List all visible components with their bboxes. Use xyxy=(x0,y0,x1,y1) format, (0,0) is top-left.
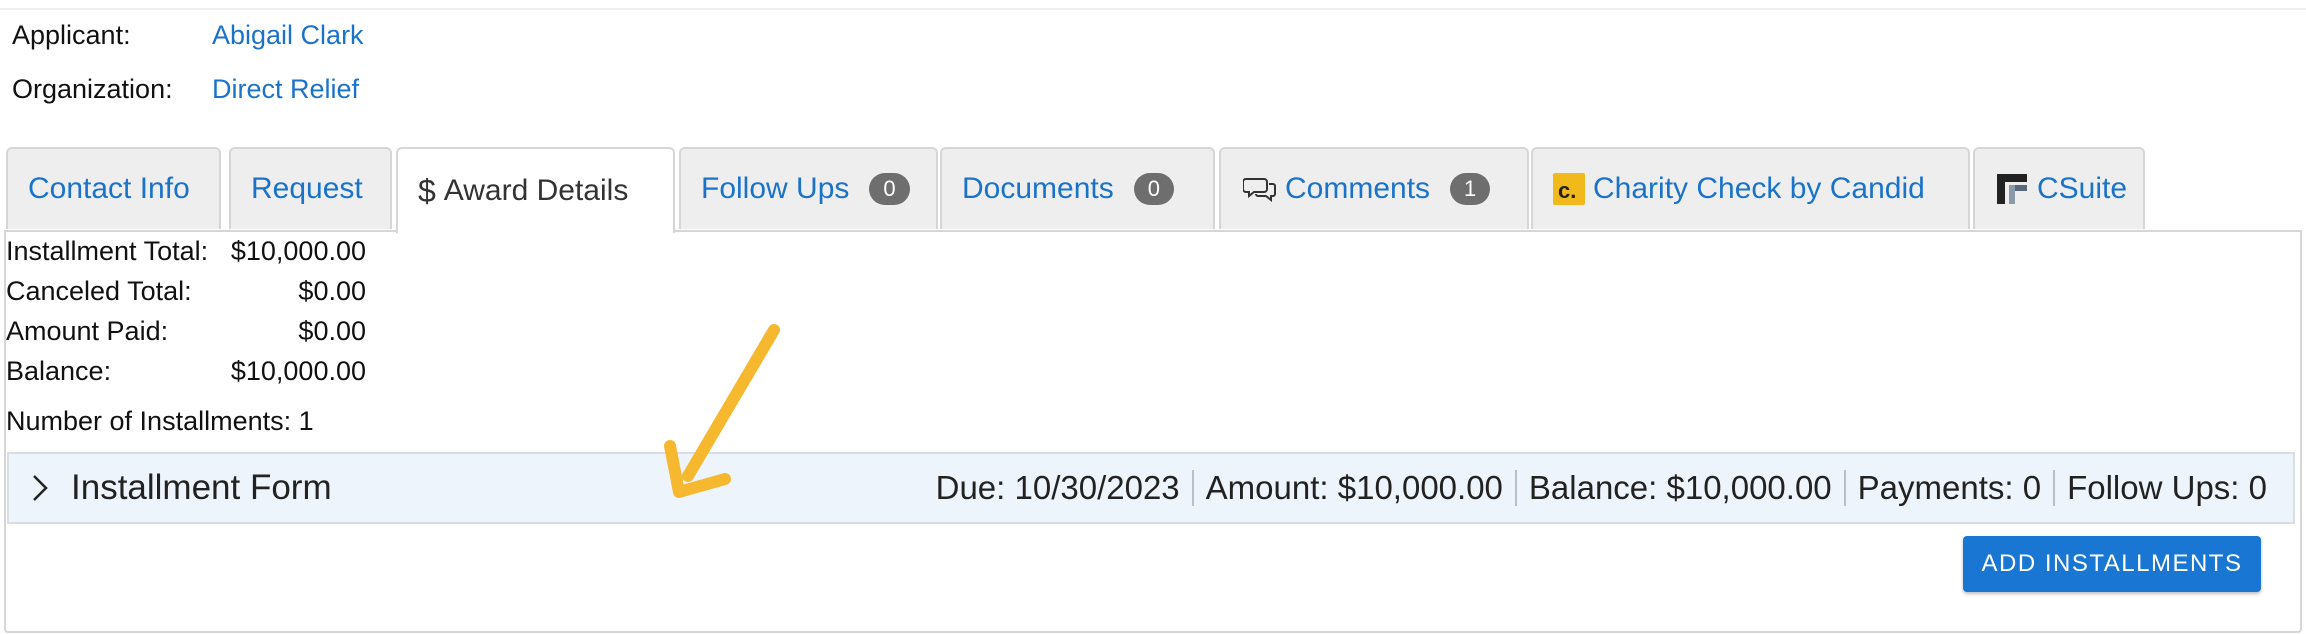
count-badge: 0 xyxy=(869,173,910,205)
count-badge: 1 xyxy=(1450,173,1491,205)
summary-installment-total: Installment Total: $10,000.00 xyxy=(6,236,366,267)
installment-title: Installment Form xyxy=(71,468,332,507)
tab-label: Charity Check by Candid xyxy=(1593,172,1925,205)
divider xyxy=(1514,470,1517,506)
applicant-label: Applicant: xyxy=(12,20,131,50)
tab-label: Request xyxy=(251,172,363,205)
tab-label: Comments xyxy=(1285,172,1431,205)
tab-label: Follow Ups xyxy=(701,172,850,205)
tab-label: Contact Info xyxy=(28,172,190,205)
tab-request[interactable]: Request xyxy=(229,147,392,229)
installment-amount: Amount: $10,000.00 xyxy=(1205,469,1503,506)
chevron-right-icon[interactable] xyxy=(31,473,49,503)
summary-value: $10,000.00 xyxy=(230,356,366,386)
tab-documents[interactable]: Documents 0 xyxy=(940,147,1215,229)
candid-logo-icon: c. xyxy=(1553,173,1585,205)
tab-label: CSuite xyxy=(2037,172,2128,205)
tab-label: Documents xyxy=(962,172,1114,205)
comments-icon xyxy=(1243,175,1277,203)
installment-accordion-row[interactable]: Installment Form Due: 10/30/2023 Amount:… xyxy=(7,452,2295,524)
summary-canceled-total: Canceled Total: $0.00 xyxy=(6,276,366,307)
applicant-row: Applicant: Abigail Clark xyxy=(12,20,364,51)
installment-follow-ups: Follow Ups: 0 xyxy=(2067,469,2267,506)
tab-contact-info[interactable]: Contact Info xyxy=(6,147,221,229)
organization-label: Organization: xyxy=(12,74,173,104)
svg-text:c.: c. xyxy=(1558,178,1576,203)
divider xyxy=(2053,470,2056,506)
top-divider xyxy=(0,8,2306,10)
add-installments-button[interactable]: ADD INSTALLMENTS xyxy=(1963,536,2261,592)
tab-label: Award Details xyxy=(443,174,629,207)
tab-award-details[interactable]: $ Award Details xyxy=(396,147,675,233)
tab-charity-check[interactable]: c. Charity Check by Candid xyxy=(1531,147,1970,229)
organization-row: Organization: Direct Relief xyxy=(12,74,359,105)
summary-value: $10,000.00 xyxy=(230,236,366,266)
summary-value: $0.00 xyxy=(298,276,366,306)
installment-meta: Due: 10/30/2023 Amount: $10,000.00 Balan… xyxy=(936,469,2293,507)
installment-balance: Balance: $10,000.00 xyxy=(1528,469,1832,506)
summary-amount-paid: Amount Paid: $0.00 xyxy=(6,316,366,347)
applicant-link[interactable]: Abigail Clark xyxy=(212,20,364,50)
tab-csuite[interactable]: CSuite xyxy=(1973,147,2145,229)
organization-link[interactable]: Direct Relief xyxy=(212,74,359,104)
summary-balance: Balance: $10,000.00 xyxy=(6,356,366,387)
dollar-icon: $ xyxy=(418,172,436,209)
tab-follow-ups[interactable]: Follow Ups 0 xyxy=(679,147,938,229)
csuite-logo-icon xyxy=(1995,172,2029,206)
summary-value: $0.00 xyxy=(298,316,366,346)
installment-due: Due: 10/30/2023 xyxy=(935,469,1180,506)
count-badge: 0 xyxy=(1133,173,1174,205)
tab-comments[interactable]: Comments 1 xyxy=(1219,147,1529,229)
installment-payments: Payments: 0 xyxy=(1857,469,2042,506)
divider xyxy=(1191,470,1194,506)
number-of-installments: Number of Installments: 1 xyxy=(6,406,314,436)
divider xyxy=(1843,470,1846,506)
